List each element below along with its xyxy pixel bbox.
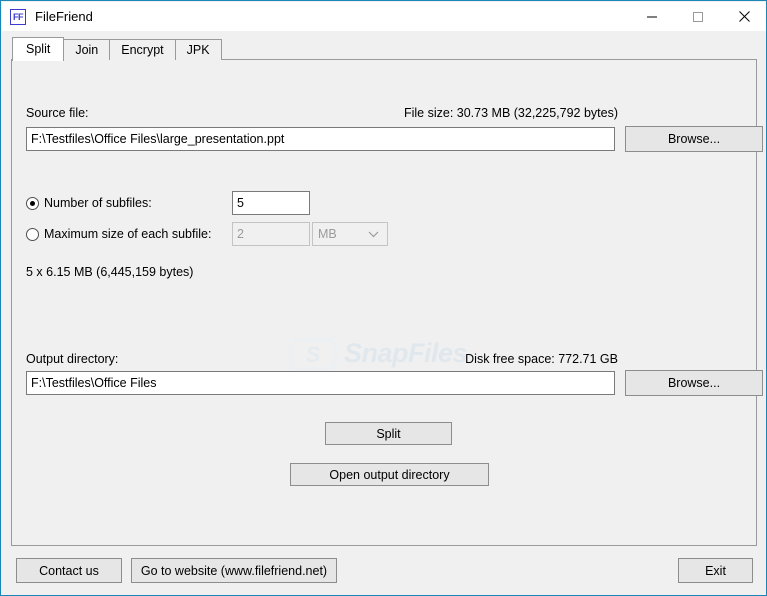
disk-free-space-label: Disk free space: 772.71 GB <box>465 352 618 366</box>
number-of-subfiles-radio[interactable] <box>26 196 39 210</box>
split-tab-panel: Source file: File size: 30.73 MB (32,225… <box>11 59 763 546</box>
go-to-website-button[interactable]: Go to website (www.filefriend.net) <box>131 558 337 583</box>
close-button[interactable] <box>721 2 766 31</box>
tab-encrypt[interactable]: Encrypt <box>109 39 176 60</box>
split-summary-text: 5 x 6.15 MB (6,445,159 bytes) <box>26 265 194 279</box>
contact-us-button[interactable]: Contact us <box>16 558 122 583</box>
tab-strip: Split Join Encrypt JPK <box>12 37 222 61</box>
number-of-subfiles-radio-row[interactable]: Number of subfiles: <box>26 196 152 210</box>
tab-join[interactable]: Join <box>63 39 111 60</box>
output-browse-button[interactable]: Browse... <box>625 370 763 396</box>
size-unit-combo[interactable]: MB <box>312 222 388 246</box>
exit-button[interactable]: Exit <box>678 558 753 583</box>
snapfiles-logo-icon: S <box>289 338 337 371</box>
output-directory-label: Output directory: <box>26 352 119 366</box>
file-size-label: File size: 30.73 MB (32,225,792 bytes) <box>403 106 618 120</box>
maximize-button[interactable] <box>675 2 721 31</box>
source-file-input[interactable] <box>26 127 615 151</box>
tab-jpk[interactable]: JPK <box>174 39 222 60</box>
title-bar: FF FileFriend <box>2 2 766 31</box>
maximum-size-radio[interactable] <box>26 227 39 241</box>
source-file-label: Source file: <box>26 106 89 120</box>
filefriend-app-icon: FF <box>10 8 26 25</box>
size-unit-value: MB <box>318 227 337 241</box>
window-title: FileFriend <box>35 9 93 24</box>
client-area: Split Join Encrypt JPK Source file: File… <box>2 31 766 595</box>
minimize-button[interactable] <box>629 2 675 31</box>
footer-bar: Contact us Go to website (www.filefriend… <box>2 551 766 595</box>
filefriend-window: FF FileFriend Split Join Encrypt JPK Sou… <box>0 0 767 596</box>
maximum-size-radio-row[interactable]: Maximum size of each subfile: <box>26 227 211 241</box>
tab-split[interactable]: Split <box>12 37 65 61</box>
number-of-subfiles-input[interactable] <box>232 191 310 215</box>
window-controls <box>629 2 766 31</box>
split-button[interactable]: Split <box>325 422 452 445</box>
chevron-down-icon <box>368 231 379 238</box>
output-directory-input[interactable] <box>26 371 615 395</box>
source-browse-button[interactable]: Browse... <box>625 126 763 152</box>
number-of-subfiles-label: Number of subfiles: <box>44 196 152 210</box>
maximum-size-input[interactable] <box>232 222 310 246</box>
maximum-size-label: Maximum size of each subfile: <box>44 227 212 241</box>
open-output-directory-button[interactable]: Open output directory <box>290 463 489 486</box>
